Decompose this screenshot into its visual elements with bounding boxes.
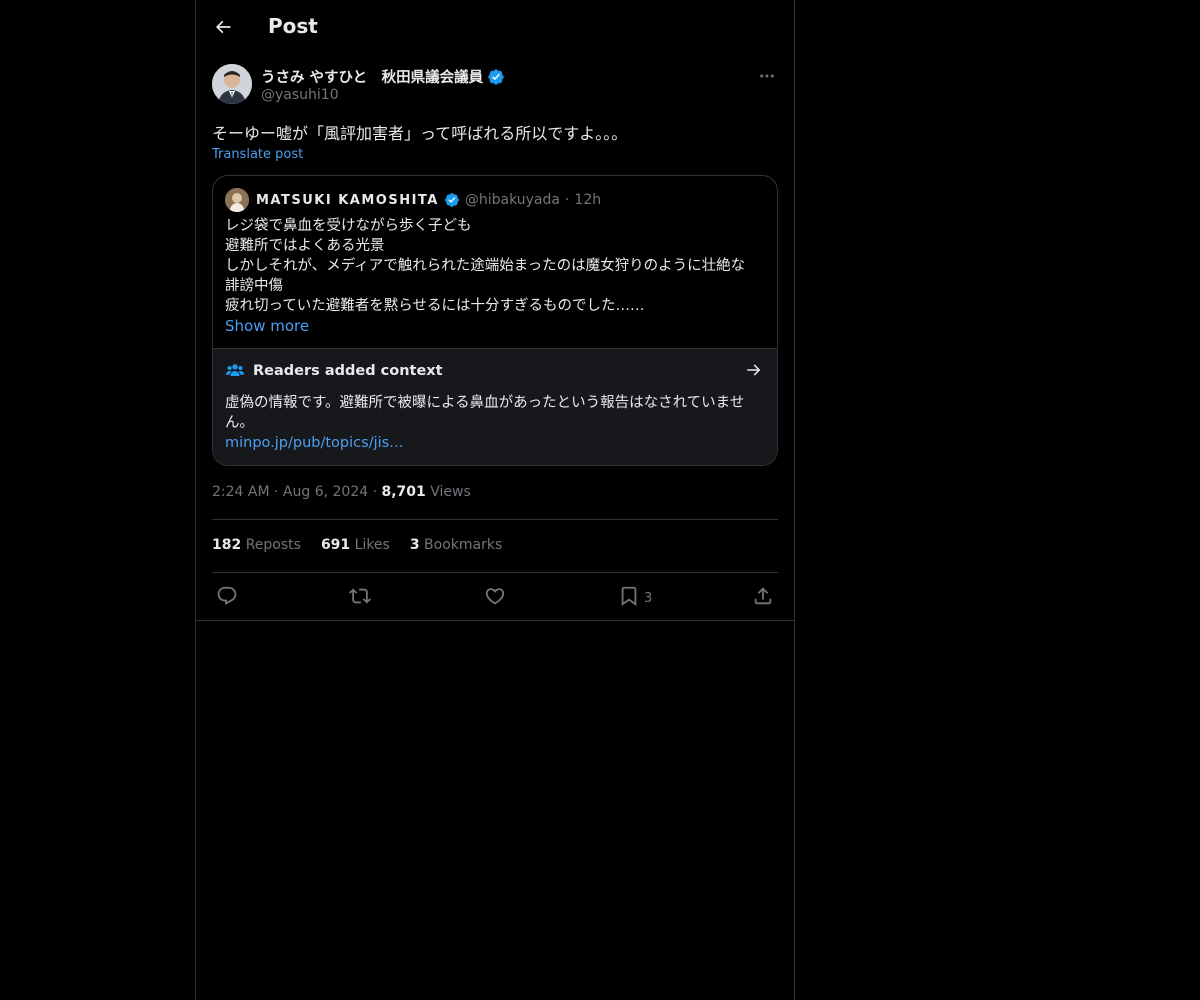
divider	[212, 519, 778, 520]
bookmarks-stat[interactable]: 3 Bookmarks	[410, 537, 502, 553]
likes-label: Likes	[354, 537, 390, 553]
like-button[interactable]	[484, 584, 506, 608]
page-title: Post	[268, 14, 318, 38]
separator-dot: ·	[372, 484, 378, 500]
quoted-author-avatar	[225, 188, 249, 212]
action-bar: 3	[212, 584, 778, 608]
reply-icon	[216, 585, 238, 607]
verified-badge-icon	[487, 68, 505, 86]
back-button[interactable]	[208, 10, 238, 44]
quoted-post-text: レジ袋で鼻血を受けながら歩く子ども 避難所ではよくある光景 しかしそれが、メディ…	[225, 216, 770, 316]
quoted-text-line: 避難所ではよくある光景	[225, 238, 385, 254]
heart-icon	[484, 585, 506, 607]
show-more-link[interactable]: Show more	[225, 317, 309, 335]
likes-count: 691	[320, 537, 351, 553]
context-text: 虚偽の情報です。避難所で被曝による鼻血があったという報告はなされていません。	[225, 395, 745, 431]
more-options-button[interactable]	[756, 66, 778, 86]
translate-post-link[interactable]: Translate post	[212, 147, 303, 162]
bookmarks-label: Bookmarks	[424, 537, 503, 553]
quoted-author-name: MATSUKI KAMOSHITA	[256, 192, 439, 208]
divider	[196, 620, 794, 621]
views-label: Views	[430, 484, 471, 500]
quoted-post-header: MATSUKI KAMOSHITA @hibakuyada · 12h	[225, 188, 601, 212]
more-dots-icon	[758, 67, 776, 85]
post-date[interactable]: Aug 6, 2024	[283, 484, 368, 500]
context-header: Readers added context	[225, 361, 443, 381]
people-icon	[225, 361, 245, 381]
quoted-post-time: 12h	[574, 192, 602, 208]
context-title: Readers added context	[253, 363, 443, 379]
author-name-text: うさみ やすひと 秋田県議会議員	[261, 70, 484, 86]
bookmark-button[interactable]: 3	[618, 584, 652, 608]
quoted-text-line: 疲れ切っていた避難者を黙らせるには十分すぎるものでした……	[225, 298, 645, 314]
repost-icon	[349, 585, 371, 607]
reposts-label: Reposts	[245, 537, 301, 553]
post-stats: 182 Reposts 691 Likes 3 Bookmarks	[212, 537, 502, 553]
quoted-post[interactable]: MATSUKI KAMOSHITA @hibakuyada · 12h レジ袋で…	[212, 175, 778, 466]
context-open-button[interactable]	[745, 361, 763, 379]
bookmarks-count: 3	[409, 537, 420, 553]
author-handle[interactable]: @yasuhi10	[261, 87, 339, 103]
readers-context-panel[interactable]: Readers added context 虚偽の情報です。避難所で被曝による鼻…	[213, 348, 777, 465]
separator-dot: ·	[274, 484, 279, 500]
share-button[interactable]	[752, 584, 774, 608]
quoted-author-handle: @hibakuyada	[464, 192, 560, 208]
arrow-right-icon	[745, 361, 763, 379]
share-icon	[752, 585, 774, 607]
author-avatar[interactable]	[212, 64, 252, 104]
main-column: Post うさみ やすひと 秋田県議会議員 @yasuhi10 そーゆー嘘が「風…	[195, 0, 795, 1000]
views-count: 8,701	[381, 484, 426, 500]
context-source-link[interactable]: minpo.jp/pub/topics/jis…	[225, 435, 404, 451]
reposts-count: 182	[212, 537, 242, 553]
quoted-text-line: 誹謗中傷	[225, 278, 283, 294]
post-meta: 2:24 AM · Aug 6, 2024 · 8,701 Views	[212, 484, 471, 500]
post-time[interactable]: 2:24 AM	[212, 484, 270, 500]
reposts-stat[interactable]: 182 Reposts	[212, 537, 301, 553]
likes-stat[interactable]: 691 Likes	[321, 537, 390, 553]
reply-button[interactable]	[216, 584, 238, 608]
bookmark-icon	[618, 585, 640, 607]
author-name[interactable]: うさみ やすひと 秋田県議会議員	[261, 66, 505, 87]
verified-badge-icon	[444, 192, 460, 208]
post-text: そーゆー嘘が「風評加害者」って呼ばれる所以ですよ。。。	[212, 124, 628, 143]
page-header: Post	[196, 0, 794, 54]
separator-dot: ·	[564, 192, 570, 208]
divider	[212, 572, 778, 573]
repost-button[interactable]	[349, 584, 371, 608]
quoted-text-line: レジ袋で鼻血を受けながら歩く子ども	[225, 218, 472, 234]
bookmark-count: 3	[644, 590, 653, 606]
quoted-text-line: しかしそれが、メディアで触れられた途端始まったのは魔女狩りのように壮絶な	[225, 258, 746, 274]
arrow-left-icon	[213, 17, 233, 37]
